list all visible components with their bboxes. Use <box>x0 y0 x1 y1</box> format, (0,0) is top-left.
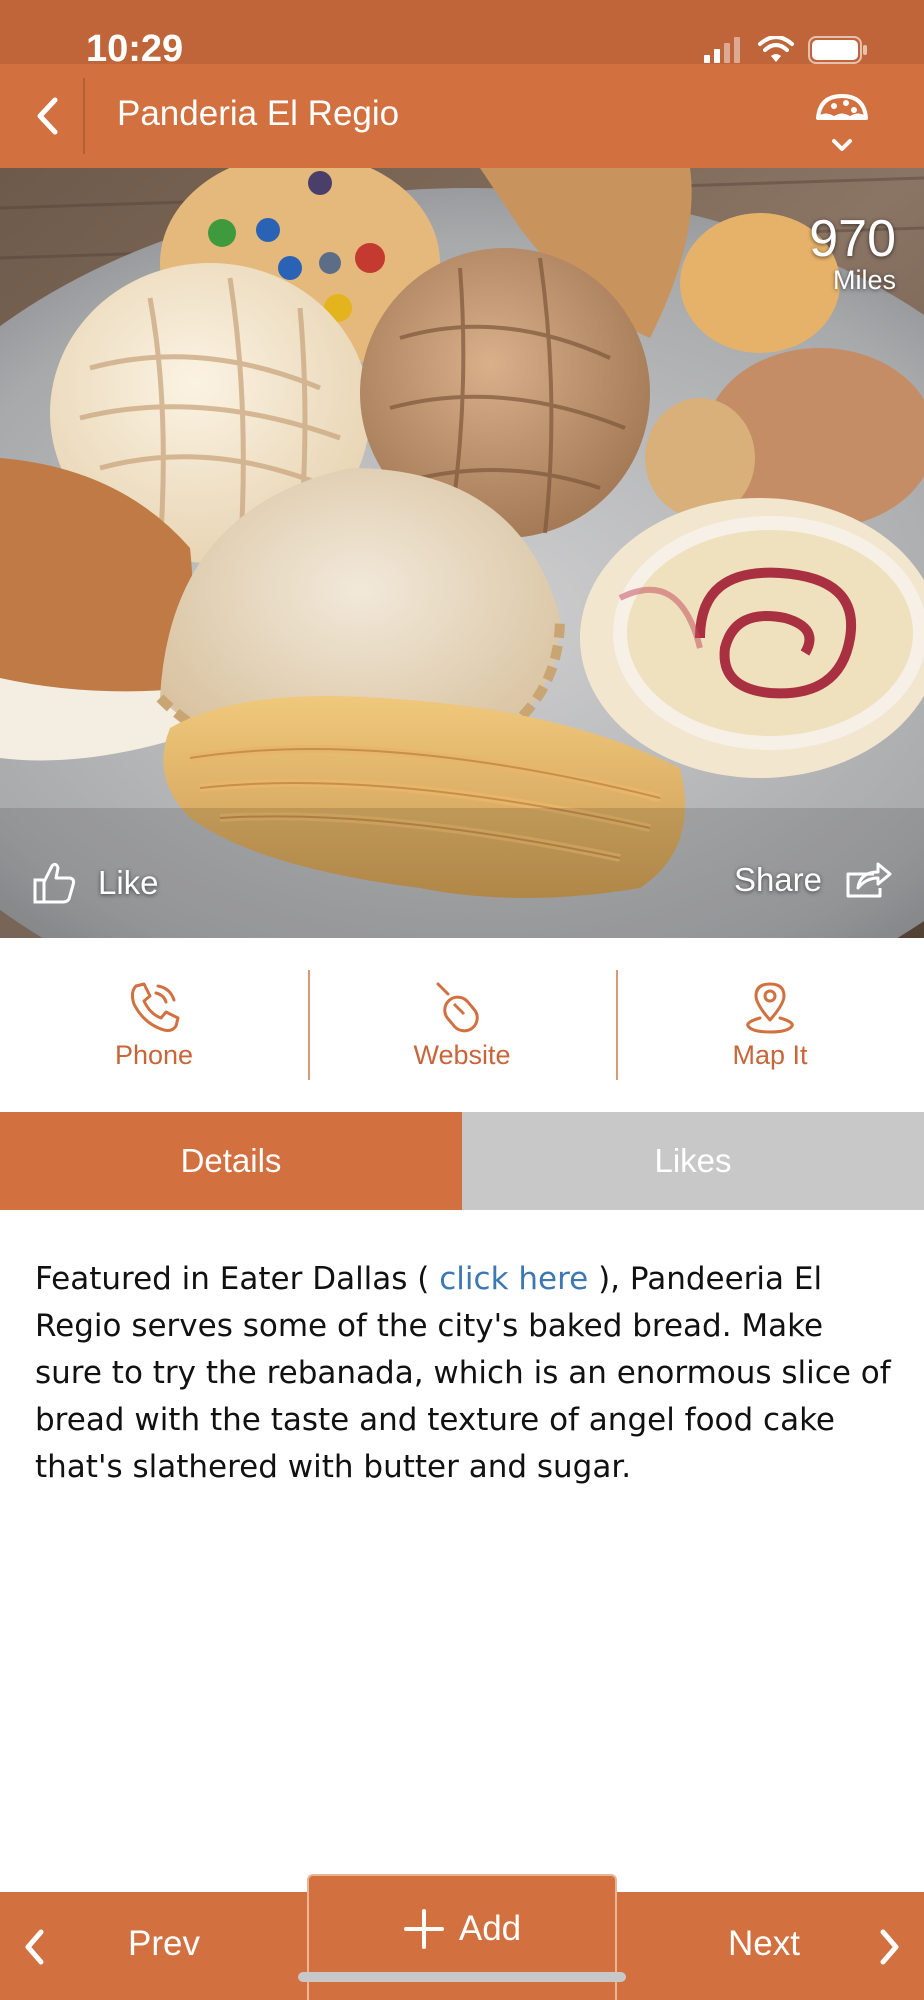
chevron-down-icon <box>832 139 852 151</box>
tab-likes[interactable]: Likes <box>462 1112 924 1210</box>
like-label: Like <box>98 864 159 901</box>
distance-unit: Miles <box>832 265 896 295</box>
wifi-icon <box>758 36 794 62</box>
share-icon <box>846 862 892 898</box>
phone-icon <box>130 982 180 1032</box>
nav-divider <box>83 78 85 154</box>
chevron-left-icon <box>37 97 58 135</box>
tab-bar: Details Likes <box>0 1112 924 1210</box>
chevron-left-icon <box>25 1929 44 1965</box>
pastries-photo <box>0 168 924 938</box>
mouse-icon <box>436 982 479 1033</box>
map-it-label: Map It <box>732 1040 808 1070</box>
hero-image: 970 Miles Like Share <box>0 168 924 938</box>
prev-label: Prev <box>128 1924 200 1963</box>
category-dropdown-button[interactable] <box>812 88 872 154</box>
details-description: Featured in Eater Dallas ( click here ),… <box>35 1256 891 1491</box>
action-row: Phone Website Map It <box>0 938 924 1112</box>
page-title: Panderia El Regio <box>117 94 400 133</box>
next-button[interactable]: Next <box>618 1892 924 2000</box>
nav-bar: Panderia El Regio <box>0 64 924 168</box>
home-indicator <box>298 1972 626 1982</box>
status-bar: 10:29 <box>0 0 924 70</box>
phone-label: Phone <box>114 1040 194 1070</box>
chevron-right-icon <box>880 1929 899 1965</box>
battery-icon <box>808 36 867 64</box>
tab-details[interactable]: Details <box>0 1112 462 1210</box>
add-label: Add <box>458 1909 522 1948</box>
share-button[interactable]: Share <box>734 860 892 900</box>
cellular-signal-icon <box>704 37 740 63</box>
map-pin-icon <box>746 982 794 1034</box>
like-button[interactable]: Like <box>32 860 159 906</box>
prev-button[interactable]: Prev <box>0 1892 306 2000</box>
phone-button[interactable]: Phone <box>0 938 308 1112</box>
back-button[interactable] <box>14 82 80 150</box>
distance-readout: 970 Miles <box>809 212 896 294</box>
distance-value: 970 <box>809 210 896 268</box>
status-icons <box>704 36 868 64</box>
share-label: Share <box>733 861 822 898</box>
website-button[interactable]: Website <box>308 938 616 1112</box>
description-text-start: Featured in Eater Dallas ( <box>35 1261 440 1297</box>
website-label: Website <box>413 1040 511 1070</box>
plus-icon <box>403 1909 444 1949</box>
next-label: Next <box>728 1924 800 1963</box>
thumbs-up-icon <box>33 862 76 904</box>
map-it-button[interactable]: Map It <box>616 938 924 1112</box>
click-here-link[interactable]: click here <box>439 1261 588 1297</box>
